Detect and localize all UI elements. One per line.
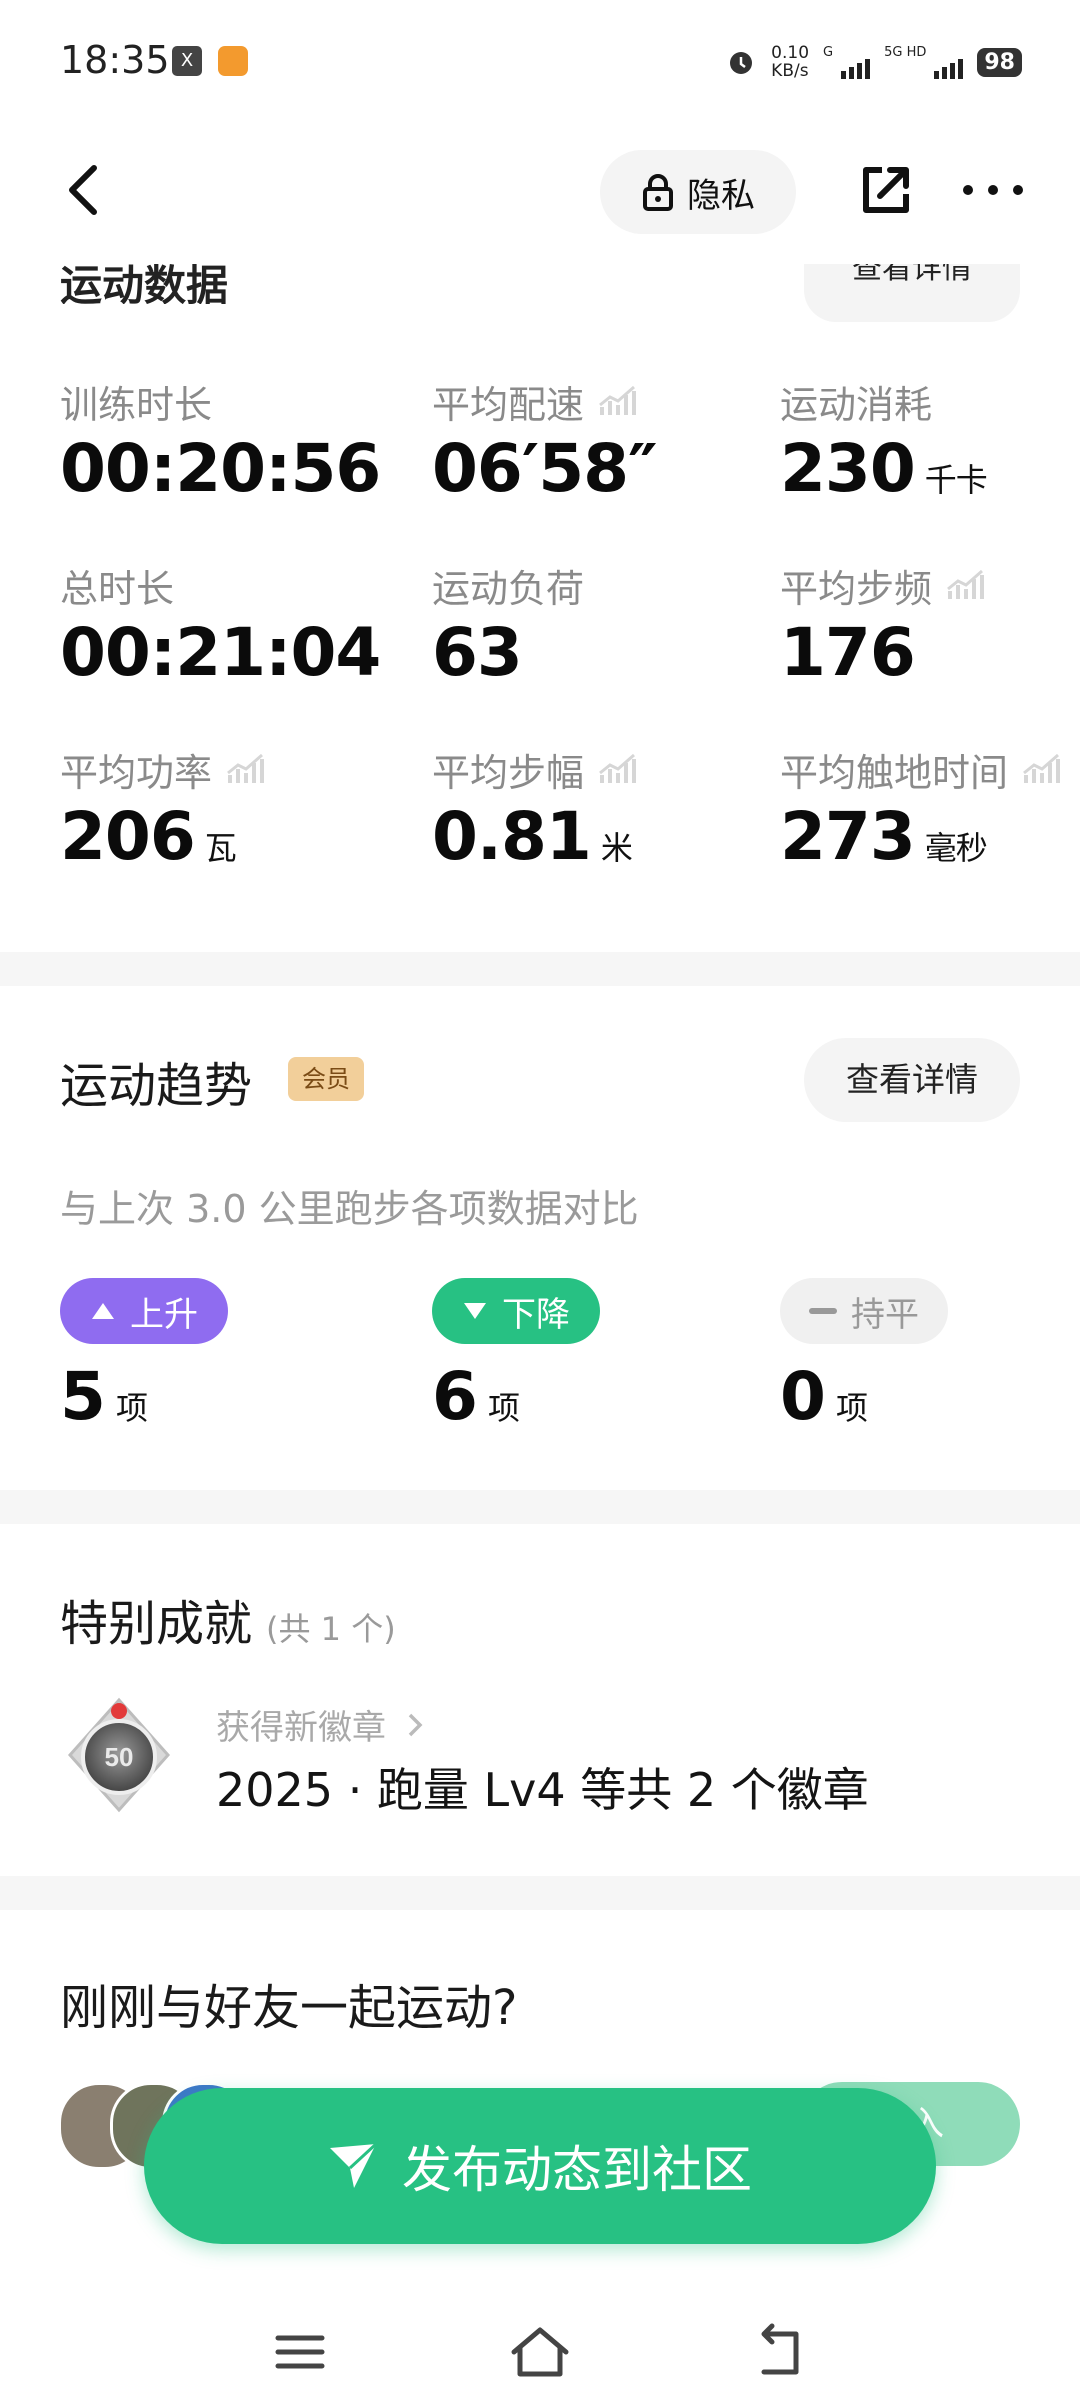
share-button[interactable] xyxy=(856,160,916,220)
trend-flat-pill: 持平 xyxy=(780,1278,948,1344)
stat-value: 176 xyxy=(780,614,916,691)
trend-down-pill: 下降 xyxy=(432,1278,600,1344)
privacy-label: 隐私 xyxy=(687,175,755,216)
network-speed: 0.10 KB/s xyxy=(771,43,810,81)
notification-video-app-icon xyxy=(218,46,248,76)
back-nav-icon xyxy=(761,2323,799,2375)
trend-section-title: 运动趋势 xyxy=(60,1058,253,1114)
menu-nav-button[interactable] xyxy=(270,2322,330,2382)
medal-badge-icon[interactable]: 50 xyxy=(60,1696,178,1814)
stat-label: 总时长 xyxy=(60,567,175,611)
back-nav-button[interactable] xyxy=(750,2322,810,2382)
stat-value: 00:20:56 xyxy=(60,430,381,507)
stat-value: 230 千卡 xyxy=(780,430,988,507)
home-icon xyxy=(511,2327,569,2377)
more-icon xyxy=(963,185,1023,195)
trend-up-pill: 上升 xyxy=(60,1278,228,1344)
section-divider xyxy=(0,1876,1080,1910)
badge-summary[interactable]: 2025 · 跑量 Lv4 等共 2 个徽章 xyxy=(216,1754,869,1820)
trend-chart-icon xyxy=(599,753,637,783)
more-button[interactable] xyxy=(958,170,1028,210)
stat-label: 平均步幅 xyxy=(432,742,638,797)
alarm-icon xyxy=(730,52,753,74)
stat-label: 平均触地时间 xyxy=(780,742,1062,797)
status-time: 18:35 xyxy=(60,38,170,82)
trend-chart-icon xyxy=(1023,753,1061,783)
stat-value: 273 毫秒 xyxy=(780,798,988,875)
trend-detail-button[interactable]: 查看详情 xyxy=(804,1038,1020,1122)
notification-app-icon: X xyxy=(172,46,202,76)
status-indicators: 0.10 KB/s G 5G HD 98 xyxy=(725,44,1022,80)
share-icon xyxy=(863,167,909,213)
achievement-header: 特别成就 (共 1 个) xyxy=(60,1584,396,1654)
stats-detail-button[interactable]: 查看详情 xyxy=(804,258,1020,322)
chevron-right-icon xyxy=(408,1713,423,1737)
signal-1-label: G xyxy=(823,44,834,60)
stat-value: 00:21:04 xyxy=(60,614,381,691)
back-icon xyxy=(69,165,97,215)
trend-up-count: 5项 xyxy=(60,1358,148,1435)
publish-label: 发布动态到社区 xyxy=(402,2141,752,2199)
triangle-down-icon xyxy=(464,1303,486,1319)
friends-title: 刚刚与好友一起运动? xyxy=(60,1980,518,2036)
stat-label: 平均配速 xyxy=(432,374,638,429)
section-divider xyxy=(0,1490,1080,1524)
signal-1-icon xyxy=(841,45,871,79)
stat-label: 运动消耗 xyxy=(780,383,933,427)
achievement-title: 特别成就 xyxy=(60,1596,253,1652)
back-button[interactable] xyxy=(56,160,116,220)
publish-to-community-button[interactable]: 发布动态到社区 xyxy=(144,2088,936,2244)
home-nav-button[interactable] xyxy=(508,2322,569,2382)
trend-chart-icon xyxy=(947,569,985,599)
trend-down-count: 6项 xyxy=(432,1358,520,1435)
trend-chart-icon xyxy=(227,753,265,783)
lock-icon xyxy=(643,174,673,211)
header-mask xyxy=(0,234,1080,264)
send-icon xyxy=(330,2142,378,2188)
stat-value: 63 xyxy=(432,614,523,691)
trend-chart-icon xyxy=(599,385,637,415)
stat-value: 06′58″ xyxy=(432,430,658,507)
trend-subtitle: 与上次 3.0 公里跑步各项数据对比 xyxy=(60,1187,639,1231)
stat-value: 206 瓦 xyxy=(60,798,237,875)
achievement-count: (共 1 个) xyxy=(266,1610,396,1648)
privacy-button[interactable]: 隐私 xyxy=(600,150,796,234)
dash-icon xyxy=(809,1308,837,1314)
signal-2-label: 5G HD xyxy=(884,44,927,60)
triangle-up-icon xyxy=(92,1303,114,1319)
section-divider xyxy=(0,952,1080,986)
medal-number: 50 xyxy=(105,1742,134,1772)
new-badge-link[interactable]: 获得新徽章 xyxy=(216,1700,425,1749)
trend-flat-count: 0项 xyxy=(780,1358,868,1435)
member-badge: 会员 xyxy=(288,1057,364,1101)
stat-value: 0.81 米 xyxy=(432,798,633,875)
signal-2-icon xyxy=(934,45,964,79)
menu-icon xyxy=(275,2335,325,2369)
stat-label: 训练时长 xyxy=(60,383,213,427)
stat-label: 运动负荷 xyxy=(432,567,585,611)
stat-label: 平均功率 xyxy=(60,742,266,797)
battery-indicator: 98 xyxy=(977,47,1022,77)
stat-label: 平均步频 xyxy=(780,558,986,613)
